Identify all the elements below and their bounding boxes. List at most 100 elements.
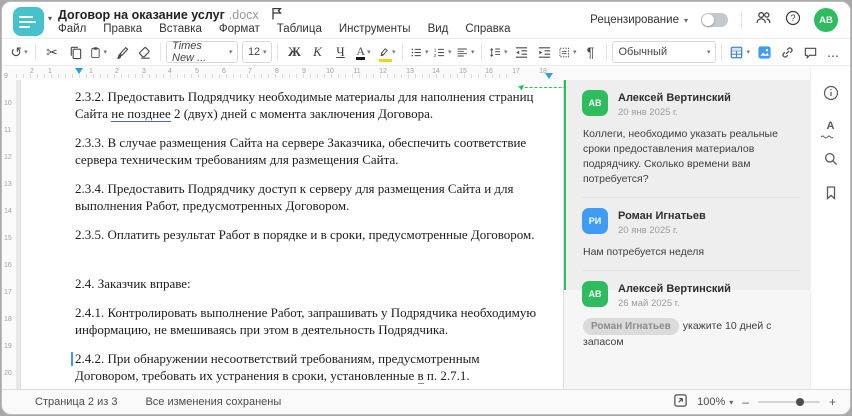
menu-format[interactable]: Формат: [219, 23, 260, 35]
info-icon[interactable]: [822, 84, 840, 102]
bookmark-icon[interactable]: [822, 183, 840, 201]
paragraph: 2.3.2. Предоставить Подрядчику необходим…: [75, 89, 534, 122]
insert-comment-button[interactable]: [799, 40, 821, 64]
paste-button[interactable]: ▾: [87, 40, 109, 64]
paragraph-borders-icon: [560, 47, 570, 57]
user-avatar[interactable]: АВ: [814, 8, 838, 32]
ruler-number: 11: [353, 68, 361, 75]
paragraph-style-select[interactable]: Обычный ▾: [612, 41, 717, 63]
bold-button[interactable]: Ж: [283, 40, 305, 64]
menu-view[interactable]: Вид: [428, 23, 449, 35]
line-spacing-button[interactable]: ▾: [487, 40, 509, 64]
comment-avatar: АВ: [582, 90, 608, 116]
ruler-number: 17: [512, 68, 520, 75]
numbered-list-button[interactable]: 12 ▾: [431, 40, 453, 64]
menu-file[interactable]: Файл: [58, 23, 86, 35]
cut-button[interactable]: ✂: [41, 40, 63, 64]
zoom-out-button[interactable]: –: [742, 395, 749, 409]
zoom-in-button[interactable]: +: [829, 395, 836, 409]
italic-button[interactable]: К: [306, 40, 328, 64]
underline-button[interactable]: Ч: [329, 40, 351, 64]
search-icon[interactable]: [822, 150, 840, 168]
ruler-number: 20: [4, 370, 12, 377]
more-tools-button[interactable]: ...: [822, 40, 844, 64]
divider: [582, 270, 800, 271]
comment-author: Роман Игнатьев: [618, 210, 706, 222]
bullet-list-button[interactable]: ▾: [408, 40, 430, 64]
collaboration-icon[interactable]: [755, 10, 772, 30]
comment-thread[interactable]: АВ Алексей Вертинский 20 янв 2025 г. Кол…: [564, 80, 814, 348]
document-page[interactable]: 2.3.2. Предоставить Подрядчику необходим…: [20, 80, 564, 389]
spellcheck-icon[interactable]: А: [820, 117, 840, 139]
menu-tools[interactable]: Инструменты: [339, 23, 411, 35]
menu-table[interactable]: Таблица: [277, 23, 322, 35]
zoom-select[interactable]: 100% ▾: [697, 396, 733, 408]
comment-avatar: РИ: [582, 208, 608, 234]
svg-text:?: ?: [790, 13, 795, 23]
ruler-number: 1: [89, 68, 93, 75]
chevron-down-icon: ▾: [367, 49, 371, 56]
ruler-number: 1: [48, 68, 52, 75]
title-bar: ▾ Договор на оказание услуг .docx Файл Пр…: [2, 2, 850, 38]
clear-format-button[interactable]: [133, 40, 155, 64]
ruler-number: 14: [4, 208, 12, 215]
app-logo-icon[interactable]: [13, 7, 44, 36]
bullet-list-icon: [412, 48, 422, 56]
vertical-ruler[interactable]: 9 10 11 12 13 14 15 16 17 18 19 20: [2, 66, 16, 389]
image-icon: [757, 45, 771, 59]
ruler-number: 2: [30, 68, 34, 75]
numbered-list-icon: 12: [434, 47, 445, 58]
zoom-slider-thumb[interactable]: [795, 398, 804, 406]
show-marks-button[interactable]: ¶: [579, 40, 601, 64]
font-family-select[interactable]: Times New ... ▾: [166, 40, 238, 64]
ruler-number: 12: [4, 154, 12, 161]
fit-page-icon[interactable]: [673, 393, 688, 411]
insert-link-button[interactable]: [776, 40, 798, 64]
horizontal-ruler[interactable]: 2 1 1 2 3 4 5 6 7 8 9 10 11 12 13 14 15 16 17 18: [16, 66, 810, 80]
undo-button[interactable]: ↺ ▾: [8, 40, 30, 64]
ruler-number: 9: [4, 73, 8, 80]
svg-text:1: 1: [434, 47, 437, 52]
format-painter-button[interactable]: [110, 40, 132, 64]
commented-text[interactable]: не позднее: [111, 106, 171, 122]
menu-edit[interactable]: Правка: [103, 23, 142, 35]
font-family-value: Times New ...: [172, 40, 207, 64]
ruler-number: 7: [248, 68, 252, 75]
ruler-number: 12: [379, 68, 387, 75]
paragraph: 2.3.5. Оплатить результат Работ в порядк…: [75, 227, 535, 242]
font-size-select[interactable]: 12 ▾: [241, 41, 273, 63]
insert-table-button[interactable]: ▾: [727, 40, 752, 64]
increase-indent-button[interactable]: [533, 40, 555, 64]
menu-insert[interactable]: Вставка: [159, 23, 202, 35]
indent-marker-left[interactable]: [75, 68, 83, 74]
chevron-down-icon: ▾: [228, 49, 232, 56]
review-mode-dropdown[interactable]: Рецензирование ▾: [590, 14, 688, 26]
chevron-down-icon: ▾: [683, 15, 688, 25]
zoom-slider[interactable]: [757, 398, 820, 406]
ruler-number: 18: [539, 68, 547, 75]
menu-help[interactable]: Справка: [465, 23, 510, 35]
decrease-indent-button[interactable]: [510, 40, 532, 64]
ruler-number: 15: [4, 235, 12, 242]
chevron-down-icon: ▾: [262, 49, 267, 56]
page-indicator[interactable]: Страница 2 из 3: [35, 396, 117, 408]
app-menu-caret-icon[interactable]: ▾: [48, 14, 52, 23]
chevron-down-icon: ▾: [447, 49, 452, 56]
insert-image-button[interactable]: [753, 40, 775, 64]
copy-button[interactable]: [64, 40, 86, 64]
review-toggle[interactable]: [701, 13, 728, 27]
help-icon[interactable]: ?: [785, 10, 801, 31]
ruler-number: 19: [4, 343, 12, 350]
highlight-icon: [380, 48, 389, 57]
chevron-down-icon: ▾: [729, 397, 734, 407]
align-button[interactable]: ▾: [454, 40, 476, 64]
paragraph-borders-button[interactable]: ▾: [556, 40, 578, 64]
save-status: Все изменения сохранены: [145, 396, 282, 408]
font-color-button[interactable]: А ▾: [352, 40, 374, 64]
divider: [582, 197, 800, 198]
text-cursor: [71, 352, 73, 366]
flag-icon[interactable]: [271, 7, 282, 23]
highlight-button[interactable]: ▾: [375, 40, 397, 64]
mention-chip[interactable]: Роман Игнатьев: [583, 318, 679, 335]
comments-panel: АВ Алексей Вертинский 20 янв 2025 г. Кол…: [564, 80, 814, 389]
